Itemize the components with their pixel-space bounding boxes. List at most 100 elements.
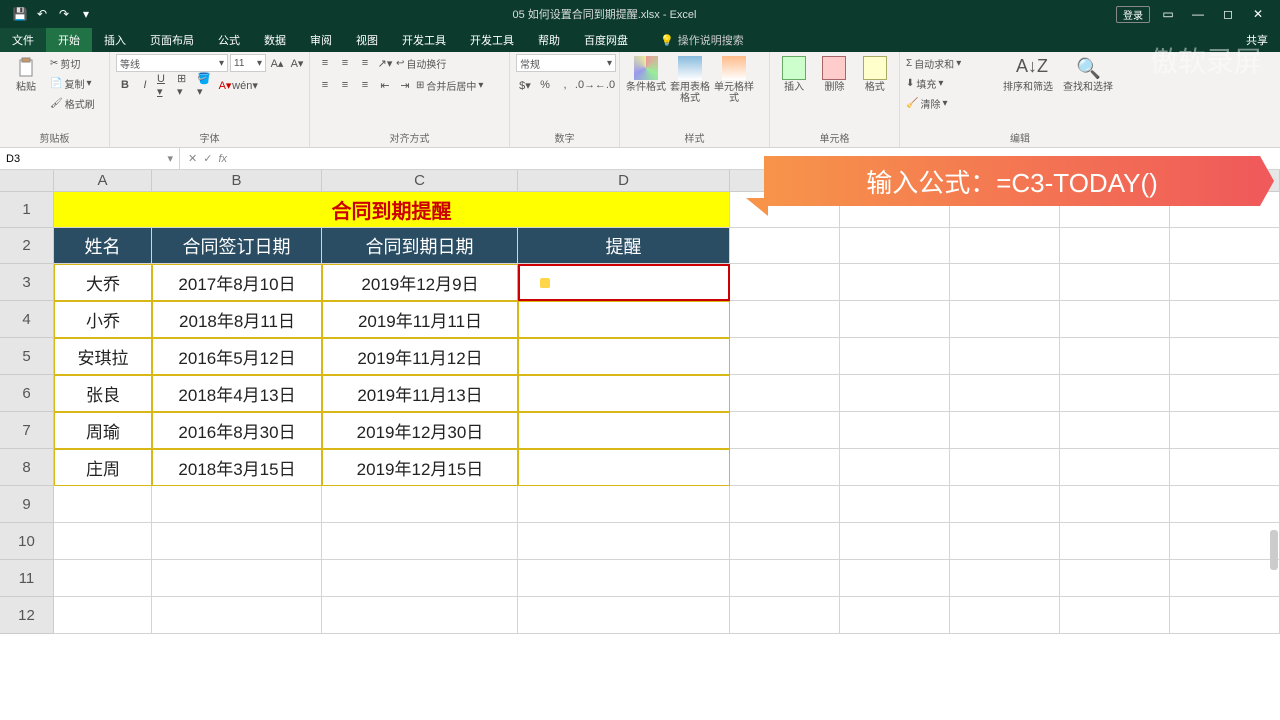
comma-icon[interactable]: , bbox=[556, 76, 574, 94]
cell[interactable]: 2017年8月10日 bbox=[152, 264, 322, 301]
col-header[interactable]: C bbox=[322, 170, 518, 192]
autosum-button[interactable]: Σ 自动求和 ▾ bbox=[906, 54, 996, 72]
row-header[interactable]: 4 bbox=[0, 301, 54, 338]
format-cells-button[interactable]: 格式 bbox=[857, 54, 893, 93]
cell[interactable]: 2019年11月11日 bbox=[322, 301, 518, 338]
underline-button[interactable]: U ▾ bbox=[156, 76, 174, 94]
row-header[interactable]: 1 bbox=[0, 192, 54, 228]
cell[interactable]: 安琪拉 bbox=[54, 338, 152, 375]
font-size-select[interactable]: 11▾ bbox=[230, 54, 266, 72]
active-cell[interactable] bbox=[518, 264, 730, 301]
vertical-scrollbar[interactable] bbox=[1270, 530, 1278, 570]
tab-help[interactable]: 帮助 bbox=[526, 28, 572, 52]
tab-layout[interactable]: 页面布局 bbox=[138, 28, 206, 52]
tab-formulas[interactable]: 公式 bbox=[206, 28, 252, 52]
cell[interactable] bbox=[518, 338, 730, 375]
delete-cells-button[interactable]: 删除 bbox=[816, 54, 852, 93]
qat-dropdown-icon[interactable]: ▾ bbox=[79, 7, 93, 21]
cell[interactable]: 2019年11月13日 bbox=[322, 375, 518, 412]
align-center-icon[interactable]: ≡ bbox=[336, 76, 354, 94]
tab-file[interactable]: 文件 bbox=[0, 28, 46, 52]
number-format-select[interactable]: 常规▾ bbox=[516, 54, 616, 72]
decrease-font-icon[interactable]: A▾ bbox=[288, 54, 306, 72]
share-button[interactable]: 共享 bbox=[1234, 28, 1280, 52]
clear-button[interactable]: 🧹 清除 ▾ bbox=[906, 94, 996, 112]
cell[interactable] bbox=[518, 412, 730, 449]
header-remind[interactable]: 提醒 bbox=[518, 228, 730, 264]
tab-data[interactable]: 数据 bbox=[252, 28, 298, 52]
row-header[interactable]: 5 bbox=[0, 338, 54, 375]
align-top-icon[interactable]: ≡ bbox=[316, 54, 334, 72]
cell[interactable]: 庄周 bbox=[54, 449, 152, 486]
sort-filter-button[interactable]: A↓Z排序和筛选 bbox=[1000, 54, 1056, 93]
cell[interactable]: 周瑜 bbox=[54, 412, 152, 449]
row-header[interactable]: 2 bbox=[0, 228, 54, 264]
cell[interactable]: 2019年12月30日 bbox=[322, 412, 518, 449]
ribbon-options-icon[interactable]: ▭ bbox=[1156, 7, 1180, 21]
cell[interactable] bbox=[518, 375, 730, 412]
name-box[interactable]: D3▾ bbox=[0, 148, 180, 169]
find-select-button[interactable]: 🔍查找和选择 bbox=[1060, 54, 1116, 93]
enter-formula-icon[interactable]: ✓ bbox=[203, 152, 212, 165]
align-left-icon[interactable]: ≡ bbox=[316, 76, 334, 94]
redo-icon[interactable]: ↷ bbox=[57, 7, 71, 21]
cell[interactable]: 大乔 bbox=[54, 264, 152, 301]
merge-center-button[interactable]: ⊞ 合并后居中▾ bbox=[416, 76, 483, 94]
col-header[interactable]: B bbox=[152, 170, 322, 192]
indent-inc-icon[interactable]: ⇥ bbox=[396, 76, 414, 94]
select-all-corner[interactable] bbox=[0, 170, 54, 192]
close-icon[interactable]: ✕ bbox=[1246, 7, 1270, 21]
row-header[interactable]: 6 bbox=[0, 375, 54, 412]
currency-icon[interactable]: $▾ bbox=[516, 76, 534, 94]
tab-view[interactable]: 视图 bbox=[344, 28, 390, 52]
row-header[interactable]: 7 bbox=[0, 412, 54, 449]
cell[interactable]: 2018年4月13日 bbox=[152, 375, 322, 412]
login-button[interactable]: 登录 bbox=[1116, 6, 1150, 23]
tab-baidu[interactable]: 百度网盘 bbox=[572, 28, 640, 52]
fx-icon[interactable]: fx bbox=[218, 153, 227, 165]
tab-review[interactable]: 审阅 bbox=[298, 28, 344, 52]
insert-cells-button[interactable]: 插入 bbox=[776, 54, 812, 93]
format-table-button[interactable]: 套用表格格式 bbox=[670, 54, 710, 104]
row-header[interactable]: 12 bbox=[0, 597, 54, 634]
row-header[interactable]: 11 bbox=[0, 560, 54, 597]
align-right-icon[interactable]: ≡ bbox=[356, 76, 374, 94]
worksheet[interactable]: A B C D E F G H I 1 合同到期提醒 2 姓名 合同签订日期 合… bbox=[0, 170, 1280, 720]
save-icon[interactable]: 💾 bbox=[13, 7, 27, 21]
minimize-icon[interactable]: — bbox=[1186, 7, 1210, 21]
cut-button[interactable]: ✂ 剪切 bbox=[50, 54, 95, 72]
header-sign[interactable]: 合同签订日期 bbox=[152, 228, 322, 264]
undo-icon[interactable]: ↶ bbox=[35, 7, 49, 21]
cell[interactable]: 张良 bbox=[54, 375, 152, 412]
cell[interactable]: 2016年5月12日 bbox=[152, 338, 322, 375]
cell[interactable] bbox=[518, 301, 730, 338]
wrap-text-button[interactable]: ↩ 自动换行 bbox=[396, 54, 446, 72]
cell[interactable]: 2018年3月15日 bbox=[152, 449, 322, 486]
cancel-formula-icon[interactable]: ✕ bbox=[188, 152, 197, 165]
tab-dev2[interactable]: 开发工具 bbox=[458, 28, 526, 52]
cell[interactable]: 2018年8月11日 bbox=[152, 301, 322, 338]
conditional-format-button[interactable]: 条件格式 bbox=[626, 54, 666, 93]
cell[interactable]: 2019年12月15日 bbox=[322, 449, 518, 486]
cell[interactable]: 2016年8月30日 bbox=[152, 412, 322, 449]
cell[interactable] bbox=[518, 449, 730, 486]
italic-button[interactable]: I bbox=[136, 76, 154, 94]
copy-button[interactable]: 📄 复制 ▾ bbox=[50, 74, 95, 92]
col-header[interactable]: A bbox=[54, 170, 152, 192]
format-painter-button[interactable]: 🖌 格式刷 bbox=[50, 94, 95, 112]
header-name[interactable]: 姓名 bbox=[54, 228, 152, 264]
border-button[interactable]: ⊞ ▾ bbox=[176, 76, 194, 94]
cell[interactable]: 小乔 bbox=[54, 301, 152, 338]
percent-icon[interactable]: % bbox=[536, 76, 554, 94]
align-bottom-icon[interactable]: ≡ bbox=[356, 54, 374, 72]
cell[interactable]: 2019年12月9日 bbox=[322, 264, 518, 301]
maximize-icon[interactable]: ◻ bbox=[1216, 7, 1240, 21]
title-cell[interactable]: 合同到期提醒 bbox=[54, 192, 730, 228]
header-expire[interactable]: 合同到期日期 bbox=[322, 228, 518, 264]
tell-me[interactable]: 💡 操作说明搜索 bbox=[640, 28, 756, 52]
row-header[interactable]: 8 bbox=[0, 449, 54, 486]
col-header[interactable]: D bbox=[518, 170, 730, 192]
cell-styles-button[interactable]: 单元格样式 bbox=[714, 54, 754, 104]
bold-button[interactable]: B bbox=[116, 76, 134, 94]
fill-color-button[interactable]: 🪣▾ bbox=[196, 76, 214, 94]
